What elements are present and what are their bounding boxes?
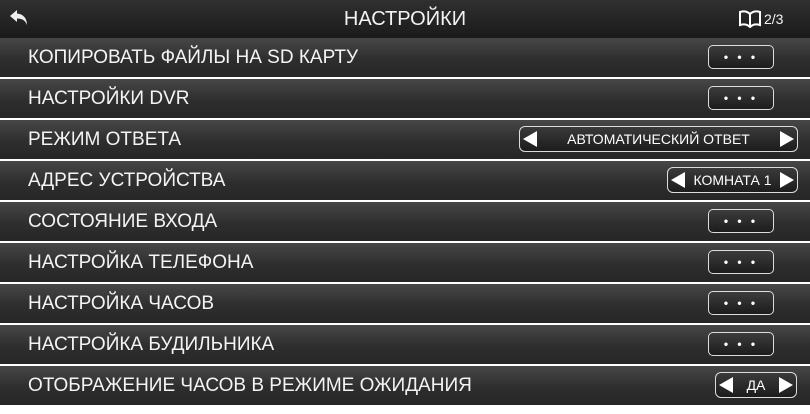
setting-label: РЕЖИМ ОТВЕТА xyxy=(28,129,182,150)
arrow-left-icon[interactable] xyxy=(523,131,537,147)
standby-clock-value: ДА xyxy=(746,377,766,393)
setting-row-answer-mode: РЕЖИМ ОТВЕТА АВТОМАТИЧЕСКИЙ ОТВЕТ xyxy=(0,120,810,159)
setting-row-clock[interactable]: НАСТРОЙКА ЧАСОВ • • • xyxy=(0,284,810,323)
setting-row-copy-to-sd[interactable]: КОПИРОВАТЬ ФАЙЛЫ НА SD КАРТУ • • • xyxy=(0,38,810,77)
setting-row-alarm[interactable]: НАСТРОЙКА БУДИЛЬНИКА • • • xyxy=(0,325,810,364)
setting-label: СОСТОЯНИЕ ВХОДА xyxy=(28,211,218,232)
page-title: НАСТРОЙКИ xyxy=(343,8,467,30)
phone-settings-more-button[interactable]: • • • xyxy=(708,250,774,274)
setting-row-input-state[interactable]: СОСТОЯНИЕ ВХОДА • • • xyxy=(0,202,810,241)
device-address-value: КОМНАТА 1 xyxy=(693,172,772,188)
arrow-left-icon[interactable] xyxy=(671,172,685,188)
open-book-icon xyxy=(739,10,761,28)
title-bar: НАСТРОЙКИ 2/3 xyxy=(0,0,810,38)
setting-row-standby-clock: ОТОБРАЖЕНИЕ ЧАСОВ В РЕЖИМЕ ОЖИДАНИЯ ДА xyxy=(0,366,810,405)
setting-label: АДРЕС УСТРОЙСТВА xyxy=(28,170,226,191)
input-state-more-button[interactable]: • • • xyxy=(708,209,774,233)
setting-label: ОТОБРАЖЕНИЕ ЧАСОВ В РЕЖИМЕ ОЖИДАНИЯ xyxy=(28,375,472,396)
setting-row-phone[interactable]: НАСТРОЙКА ТЕЛЕФОНА • • • xyxy=(0,243,810,282)
answer-mode-selector: АВТОМАТИЧЕСКИЙ ОТВЕТ xyxy=(519,126,798,152)
device-address-selector: КОМНАТА 1 xyxy=(667,167,798,193)
arrow-left-icon[interactable] xyxy=(719,377,733,393)
standby-clock-selector: ДА xyxy=(715,372,797,398)
settings-list: КОПИРОВАТЬ ФАЙЛЫ НА SD КАРТУ • • • НАСТР… xyxy=(0,38,810,407)
setting-label: НАСТРОЙКИ DVR xyxy=(28,88,190,109)
setting-label: НАСТРОЙКА БУДИЛЬНИКА xyxy=(28,334,275,355)
setting-row-dvr[interactable]: НАСТРОЙКИ DVR • • • xyxy=(0,79,810,118)
arrow-right-icon[interactable] xyxy=(780,131,794,147)
answer-mode-value: АВТОМАТИЧЕСКИЙ ОТВЕТ xyxy=(567,131,750,147)
arrow-right-icon[interactable] xyxy=(779,377,793,393)
setting-label: НАСТРОЙКА ТЕЛЕФОНА xyxy=(28,252,254,273)
copy-to-sd-more-button[interactable]: • • • xyxy=(708,45,774,69)
dvr-settings-more-button[interactable]: • • • xyxy=(708,86,774,110)
page-indicator: 2/3 xyxy=(764,11,784,27)
setting-label: НАСТРОЙКА ЧАСОВ xyxy=(28,293,215,314)
arrow-right-icon[interactable] xyxy=(780,172,794,188)
setting-label: КОПИРОВАТЬ ФАЙЛЫ НА SD КАРТУ xyxy=(28,47,359,68)
setting-row-device-address: АДРЕС УСТРОЙСТВА КОМНАТА 1 xyxy=(0,161,810,200)
clock-settings-more-button[interactable]: • • • xyxy=(708,291,774,315)
alarm-settings-more-button[interactable]: • • • xyxy=(708,332,774,356)
